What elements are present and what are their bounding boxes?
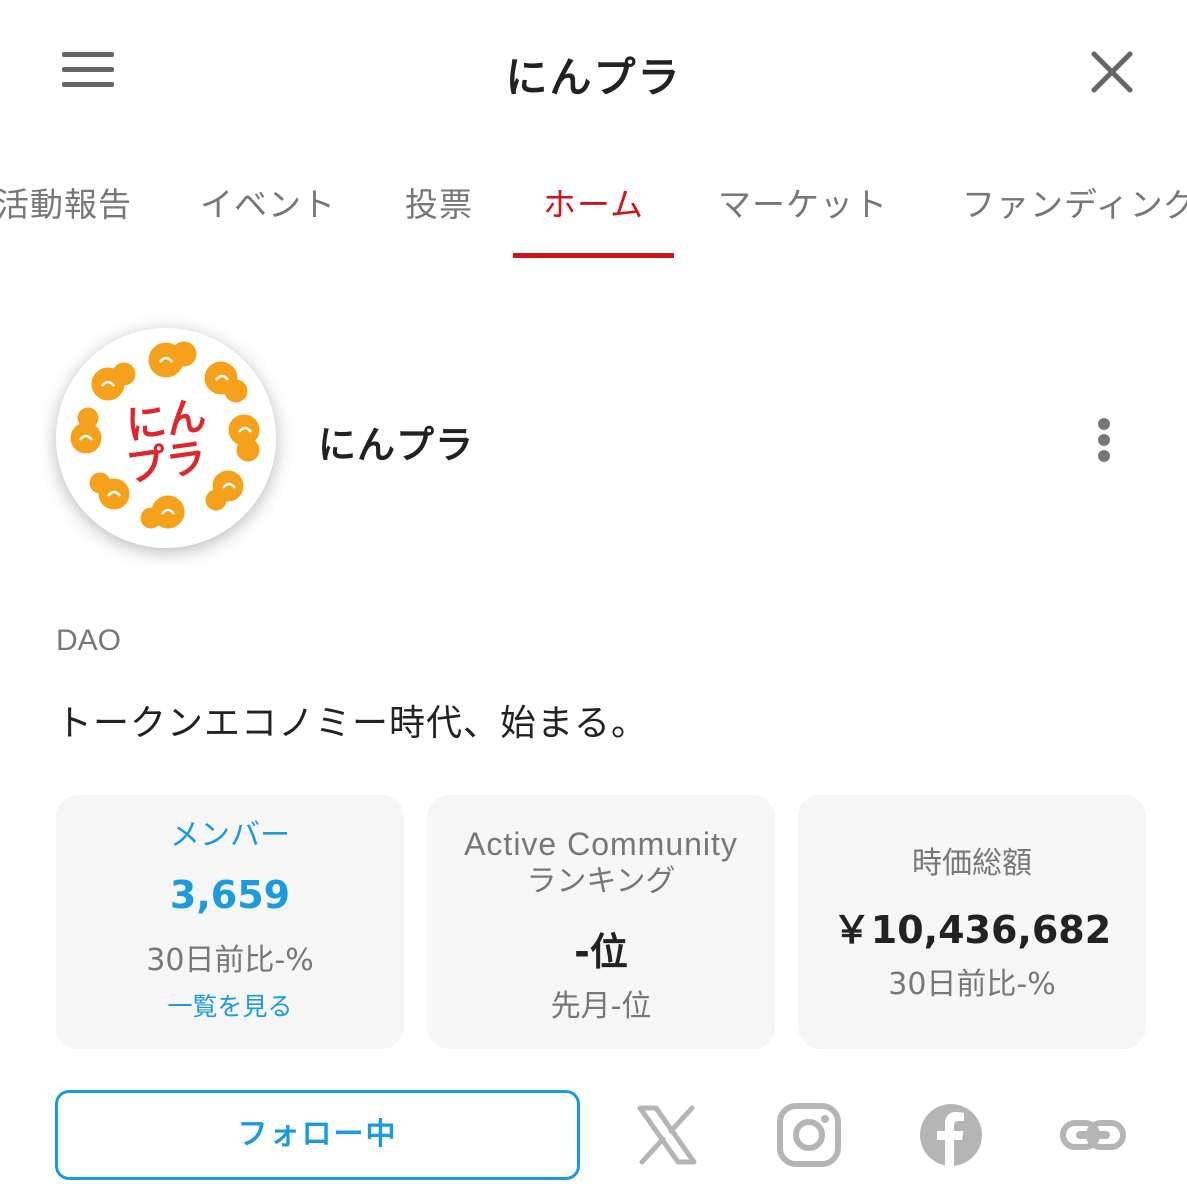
market-cap-value: ￥10,436,682 — [832, 908, 1112, 952]
members-change: 30日前比-% — [146, 943, 314, 978]
community-tagline: トークンエコノミー時代、始まる。 — [56, 703, 649, 744]
facebook-icon[interactable] — [918, 1102, 984, 1168]
tab-events[interactable]: イベント — [200, 178, 336, 226]
ranking-card: Active Community ランキング -位 先月-位 — [427, 795, 775, 1049]
tab-voting[interactable]: 投票 — [405, 178, 473, 226]
ranking-last-month: 先月-位 — [550, 989, 652, 1024]
active-tab-indicator — [513, 253, 674, 258]
more-options-icon[interactable] — [1092, 416, 1116, 464]
tab-bar: 活動報告 イベント 投票 ホーム マーケット ファンディング — [0, 150, 1187, 260]
market-cap-change: 30日前比-% — [888, 967, 1056, 1002]
market-cap-card: 時価総額 ￥10,436,682 30日前比-% — [798, 795, 1146, 1049]
members-count: 3,659 — [169, 873, 291, 917]
members-label: メンバー — [170, 818, 290, 853]
tab-funding[interactable]: ファンディング — [962, 178, 1187, 226]
page-title: にんプラ — [505, 53, 682, 102]
svg-text:プラ: プラ — [123, 435, 209, 492]
members-card: メンバー 3,659 30日前比-% 一覧を見る — [56, 795, 404, 1049]
ranking-label-line2: ランキング — [526, 864, 676, 899]
ninpura-logo: にん プラ — [70, 341, 260, 529]
instagram-icon[interactable] — [776, 1102, 842, 1168]
ranking-label-line1: Active Community — [464, 826, 738, 862]
community-avatar: にん プラ — [56, 328, 276, 548]
ranking-value: -位 — [574, 930, 628, 974]
app-header: にんプラ — [0, 0, 1187, 140]
x-icon[interactable] — [634, 1102, 700, 1168]
link-icon[interactable] — [1060, 1102, 1126, 1168]
view-members-link[interactable]: 一覧を見る — [56, 987, 404, 1023]
tab-market[interactable]: マーケット — [718, 178, 888, 226]
market-cap-label: 時価総額 — [912, 846, 1032, 881]
following-button[interactable]: フォロー中 — [55, 1090, 580, 1180]
close-icon[interactable] — [1090, 50, 1134, 94]
community-name: にんプラ — [318, 423, 475, 467]
tab-home[interactable]: ホーム — [543, 178, 644, 226]
tab-activity-report[interactable]: 活動報告 — [0, 178, 132, 226]
community-category: DAO — [56, 624, 122, 657]
